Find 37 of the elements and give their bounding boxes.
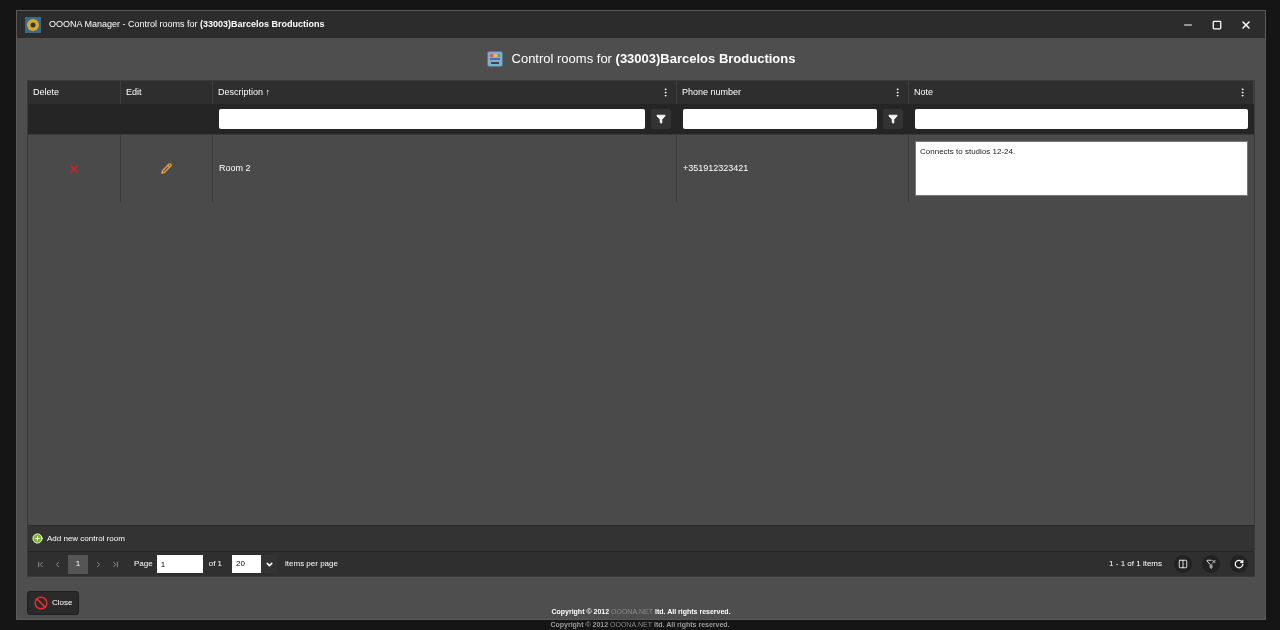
next-page-icon[interactable] <box>94 559 103 569</box>
clear-filter-button[interactable] <box>1202 555 1220 573</box>
previous-page-icon[interactable] <box>53 559 62 569</box>
page-field[interactable]: 1 <box>156 555 203 573</box>
plus-icon <box>32 533 43 544</box>
filter-icon <box>656 114 666 124</box>
items-per-page-label: items per page <box>285 558 338 570</box>
add-button[interactable]: Add new control room <box>32 532 125 545</box>
table-cell-text: Room 2 <box>219 161 251 175</box>
maximize-icon[interactable] <box>1212 19 1222 30</box>
window-title: OOONA Manager - Control rooms for (33003)Barcelos Broductions <box>49 17 325 31</box>
close-icon[interactable] <box>1240 18 1252 31</box>
filter-button[interactable] <box>651 109 671 129</box>
control-room-icon <box>486 51 503 67</box>
filter-field[interactable] <box>915 109 1248 129</box>
filter-button[interactable] <box>883 109 903 129</box>
columns-icon <box>1178 559 1188 569</box>
filter-field[interactable] <box>219 109 645 129</box>
page-button[interactable]: 1 <box>68 554 88 574</box>
table-cell-text: +351912323421 <box>683 161 749 175</box>
last-page-icon[interactable] <box>111 559 120 569</box>
close-button[interactable]: Close <box>27 591 80 615</box>
refresh-button[interactable] <box>1230 555 1248 573</box>
filter-field[interactable] <box>683 109 877 129</box>
clear-filter-icon <box>1206 559 1216 569</box>
filter-icon <box>888 114 898 124</box>
first-page-icon[interactable] <box>36 559 45 569</box>
page-label: Page <box>134 558 153 570</box>
prohibited-icon <box>34 596 48 610</box>
page-count: of 1 <box>208 558 223 570</box>
app-logo-icon <box>25 16 41 33</box>
refresh-icon <box>1234 559 1244 569</box>
note-field[interactable]: Connects to studios 12-24. <box>915 141 1248 196</box>
items-summary: 1 - 1 of 1 items <box>1109 558 1162 570</box>
edit-icon[interactable] <box>161 163 172 174</box>
dialog-heading: Control rooms for (33003)Barcelos Broductions <box>511 50 796 69</box>
columns-button[interactable] <box>1174 555 1192 573</box>
